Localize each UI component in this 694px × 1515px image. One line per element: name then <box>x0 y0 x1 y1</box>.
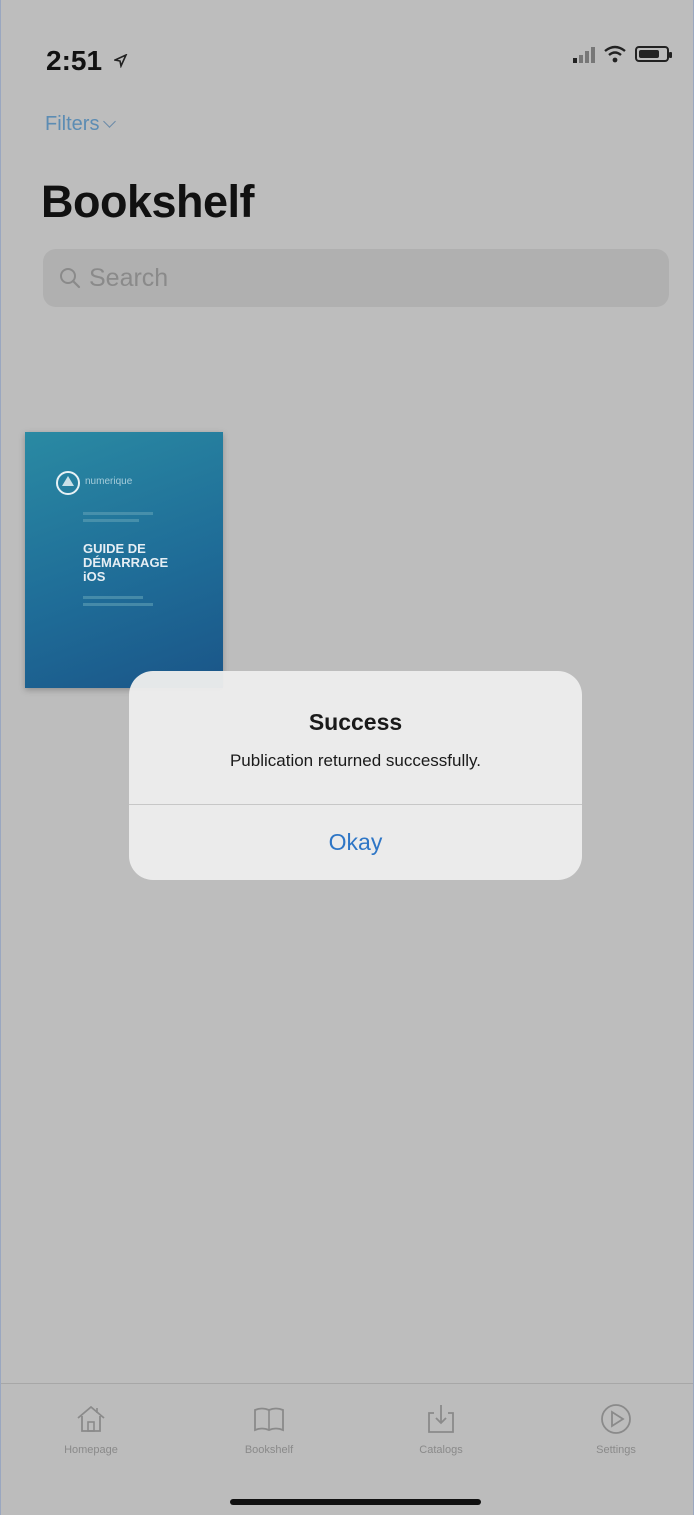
status-time-text: 2:51 <box>46 45 103 76</box>
cover-line <box>83 603 153 606</box>
tab-homepage[interactable]: Homepage <box>31 1402 151 1456</box>
filters-button[interactable]: Filters <box>45 113 117 136</box>
status-icons <box>573 45 672 63</box>
house-icon <box>77 1405 105 1432</box>
okay-button[interactable]: Okay <box>129 805 582 880</box>
cover-line <box>83 512 153 515</box>
tab-catalogs[interactable]: Catalogs <box>381 1402 501 1456</box>
home-indicator[interactable] <box>230 1499 481 1505</box>
download-tray-icon <box>428 1405 454 1433</box>
status-time: 2:51 <box>46 45 128 77</box>
page-title: Bookshelf <box>41 176 255 227</box>
search-input[interactable] <box>87 262 651 294</box>
app-screen: 2:51 Filters Bookshelf numerique GUIDE D… <box>0 0 694 1515</box>
status-bar: 2:51 <box>1 0 693 90</box>
success-alert-dialog: Success Publication returned successfull… <box>129 671 582 880</box>
wifi-icon <box>604 45 626 63</box>
tab-bookshelf[interactable]: Bookshelf <box>209 1402 329 1456</box>
alert-title: Success <box>308 709 403 735</box>
cellular-signal-icon <box>573 45 595 63</box>
book-icon <box>254 1407 284 1432</box>
play-circle-icon <box>601 1404 631 1434</box>
tab-label: Bookshelf <box>244 1444 294 1456</box>
tab-label: Catalogs <box>419 1444 463 1456</box>
alert-message: Publication returned successfully. <box>229 751 482 770</box>
tab-label: Settings <box>596 1444 636 1456</box>
cover-line <box>83 596 143 599</box>
book-cover[interactable]: numerique GUIDE DE DÉMARRAGE iOS <box>25 432 223 688</box>
location-arrow-icon <box>112 53 128 69</box>
search-bar[interactable] <box>43 249 669 307</box>
cover-line <box>83 519 139 522</box>
chevron-down-icon <box>103 115 117 128</box>
tab-settings[interactable]: Settings <box>556 1402 676 1456</box>
search-icon <box>60 268 81 289</box>
filters-label: Filters <box>45 113 100 135</box>
pnb-logo-icon <box>56 471 80 495</box>
battery-icon <box>635 46 672 62</box>
book-brand: numerique <box>85 476 133 487</box>
tab-label: Homepage <box>64 1444 118 1456</box>
tab-bar: Homepage Bookshelf Catalogs Settings <box>1 1383 693 1515</box>
book-cover-title: GUIDE DE DÉMARRAGE iOS <box>83 541 169 584</box>
